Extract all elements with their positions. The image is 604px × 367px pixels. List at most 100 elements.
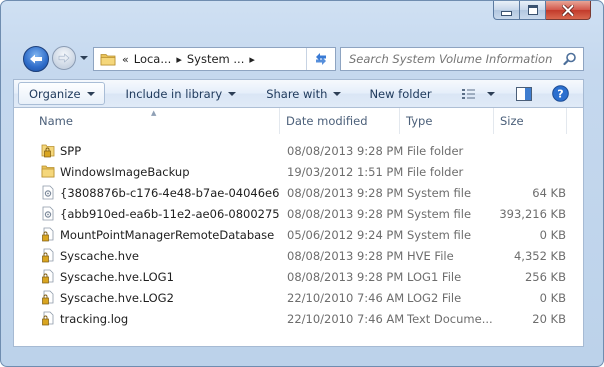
file-date: 08/08/2013 9:28 PM (287, 143, 404, 158)
search-input[interactable] (349, 52, 559, 66)
file-size: 64 KB (532, 185, 566, 200)
locked-file-icon (41, 311, 55, 326)
file-rows: SPP 08/08/2013 9:28 PM File folder Windo… (14, 140, 583, 329)
locked-file-icon (41, 227, 55, 242)
help-button[interactable]: ? (546, 82, 575, 105)
file-name: WindowsImageBackup (60, 164, 190, 179)
locked-file-icon (41, 290, 55, 305)
file-size: 0 KB (539, 227, 566, 242)
address-bar[interactable]: « Loca... ▸ System ... ▸ (93, 47, 336, 71)
chevron-down-icon (86, 91, 95, 96)
file-date: 19/03/2012 1:51 PM (287, 164, 404, 179)
file-type: HVE File (407, 248, 454, 263)
chevron-down-icon (333, 91, 342, 96)
share-with-button[interactable]: Share with (257, 82, 350, 105)
organize-button[interactable]: Organize (18, 82, 105, 105)
column-header-date-label: Date modified (286, 114, 368, 128)
column-header-name-label: Name (39, 114, 73, 128)
file-size: 4,352 KB (513, 248, 566, 263)
share-with-label: Share with (266, 86, 328, 101)
file-row[interactable]: {3808876b-c176-4e48-b7ae-04046e6cc... 08… (14, 182, 583, 203)
file-date: 08/08/2013 9:28 PM (287, 248, 404, 263)
caption-buttons (493, 1, 591, 20)
file-date: 08/08/2013 9:28 PM (287, 269, 404, 284)
refresh-icon (316, 53, 326, 65)
organize-label: Organize (29, 86, 81, 101)
file-list: Name Date modified Type Size ▲ SPP 08/08… (13, 108, 584, 347)
file-size: 0 KB (539, 290, 566, 305)
file-type: System file (407, 206, 472, 221)
file-name: {abb910ed-ea6b-11e2-ae06-080027524... (60, 206, 280, 221)
file-size: 20 KB (532, 311, 566, 326)
column-header-size[interactable]: Size (494, 108, 567, 134)
file-row[interactable]: {abb910ed-ea6b-11e2-ae06-080027524... 08… (14, 203, 583, 224)
command-bar: Organize Include in library Share with N… (13, 79, 584, 108)
search-icon[interactable] (563, 52, 577, 66)
new-folder-label: New folder (369, 86, 432, 101)
include-in-library-button[interactable]: Include in library (117, 82, 246, 105)
chevron-down-icon (487, 91, 495, 96)
close-icon (562, 4, 574, 16)
system-file-icon (41, 185, 55, 200)
file-size: 393,216 KB (499, 206, 566, 221)
minimize-button[interactable] (493, 1, 520, 20)
preview-pane-icon (516, 86, 532, 101)
file-date: 22/10/2010 7:46 AM (287, 290, 405, 305)
file-name: MountPointManagerRemoteDatabase (60, 227, 275, 242)
column-header-type-label: Type (406, 114, 433, 128)
locked-file-icon (41, 248, 55, 263)
file-name: {3808876b-c176-4e48-b7ae-04046e6cc... (60, 185, 280, 200)
new-folder-button[interactable]: New folder (360, 82, 440, 105)
chevron-down-icon (228, 91, 237, 96)
file-row[interactable]: SPP 08/08/2013 9:28 PM File folder (14, 140, 583, 161)
column-header-name[interactable]: Name (14, 108, 280, 134)
breadcrumb-separator-icon[interactable]: ▸ (249, 53, 255, 66)
close-button[interactable] (546, 1, 591, 20)
file-row[interactable]: tracking.log 22/10/2010 7:46 AM Text Doc… (14, 308, 583, 329)
minimize-icon (501, 10, 512, 16)
include-in-library-label: Include in library (125, 86, 223, 101)
file-type: System file (407, 185, 472, 200)
column-header-date-modified[interactable]: Date modified (280, 108, 400, 134)
folder-icon (41, 164, 55, 179)
preview-pane-button[interactable] (510, 82, 538, 105)
file-row[interactable]: Syscache.hve 08/08/2013 9:28 PM HVE File… (14, 245, 583, 266)
file-name: Syscache.hve.LOG1 (60, 269, 174, 284)
file-date: 08/08/2013 9:28 PM (287, 185, 404, 200)
file-row[interactable]: Syscache.hve.LOG1 08/08/2013 9:28 PM LOG… (14, 266, 583, 287)
arrow-right-icon (58, 53, 70, 63)
file-row[interactable]: MountPointManagerRemoteDatabase 05/06/20… (14, 224, 583, 245)
breadcrumb-local-disk[interactable]: Loca... (134, 52, 172, 66)
column-header-type[interactable]: Type (400, 108, 494, 134)
file-row[interactable]: WindowsImageBackup 19/03/2012 1:51 PM Fi… (14, 161, 583, 182)
system-file-icon (41, 206, 55, 221)
file-name: tracking.log (60, 311, 129, 326)
file-type: Text Docume... (407, 311, 493, 326)
back-button[interactable] (23, 46, 49, 72)
file-type: System file (407, 227, 472, 242)
maximize-button[interactable] (520, 1, 546, 20)
navigation-bar: « Loca... ▸ System ... ▸ (1, 43, 603, 75)
refresh-button[interactable] (306, 48, 335, 70)
file-date: 22/10/2010 7:46 AM (287, 311, 405, 326)
recent-pages-dropdown[interactable] (79, 53, 89, 63)
file-name: Syscache.hve (60, 248, 139, 263)
file-row[interactable]: Syscache.hve.LOG2 22/10/2010 7:46 AM LOG… (14, 287, 583, 308)
view-options-icon (462, 88, 475, 99)
file-type: File folder (407, 164, 464, 179)
change-view-button[interactable] (452, 82, 504, 105)
column-header-size-label: Size (500, 114, 524, 128)
svg-text:?: ? (557, 88, 563, 101)
column-header-row: Name Date modified Type Size (14, 108, 583, 134)
address-overflow-chevron[interactable]: « (122, 53, 129, 66)
forward-button[interactable] (52, 46, 76, 70)
arrow-left-icon (30, 54, 42, 64)
breadcrumb-separator-icon[interactable]: ▸ (176, 53, 182, 66)
file-type: File folder (407, 143, 464, 158)
maximize-icon (527, 5, 538, 15)
breadcrumb-system-volume-information[interactable]: System ... (187, 52, 245, 66)
folder-icon (100, 54, 116, 66)
locked-file-icon (41, 269, 55, 284)
search-box[interactable] (340, 47, 584, 71)
file-name: Syscache.hve.LOG2 (60, 290, 174, 305)
